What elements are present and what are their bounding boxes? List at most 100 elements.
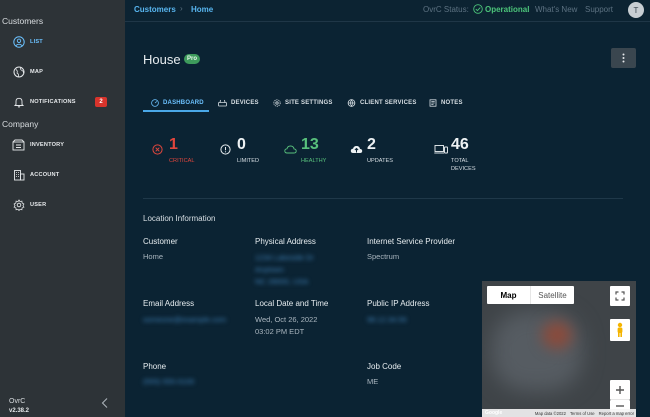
stat-value: 13 — [301, 136, 319, 153]
globe-icon — [12, 66, 25, 79]
phone-value[interactable]: (555) 555-0100 — [143, 376, 194, 388]
tab-devices[interactable]: DEVICES — [218, 94, 259, 112]
tab-label: SITE SETTINGS — [285, 100, 333, 106]
cloud-upload-icon — [350, 142, 363, 160]
tab-label: DASHBOARD — [163, 100, 204, 106]
more-options-button[interactable] — [611, 48, 636, 68]
support-link[interactable]: Support — [585, 5, 613, 14]
cloud-icon — [284, 142, 297, 160]
map-type-map-button[interactable]: Map — [487, 286, 531, 304]
location-map[interactable]: Map Satellite Map data ©2022 Terms of Us… — [482, 281, 636, 417]
breadcrumb-separator-icon: › — [180, 4, 183, 13]
isp-label: Internet Service Provider — [367, 237, 456, 246]
info-icon — [220, 142, 231, 160]
minus-icon — [616, 405, 624, 407]
whats-new-link[interactable]: What's New — [535, 5, 577, 14]
map-type-toggle: Map Satellite — [487, 286, 574, 304]
stat-value: 2 — [367, 136, 376, 153]
divider — [143, 198, 623, 199]
job-code-value: ME — [367, 377, 379, 386]
sidebar-item-label: ACCOUNT — [30, 172, 60, 178]
sidebar-item-notifications[interactable]: NOTIFICATIONS — [12, 93, 76, 111]
inventory-icon — [12, 139, 25, 152]
sidebar-item-label: LIST — [30, 39, 43, 45]
main-panel: House Pro DASHBOARD DEVICES SITE SETTING… — [126, 24, 650, 417]
plus-icon — [616, 385, 624, 394]
services-icon — [347, 99, 356, 107]
stat-value: 0 — [237, 136, 246, 153]
customer-label: Customer — [143, 237, 178, 246]
fullscreen-button[interactable] — [610, 286, 630, 306]
physical-address-label: Physical Address — [255, 237, 316, 246]
sidebar-item-map[interactable]: MAP — [12, 63, 43, 81]
dashboard-icon — [151, 99, 159, 107]
check-circle-icon — [473, 4, 483, 14]
sidebar-item-inventory[interactable]: INVENTORY — [12, 136, 64, 154]
breadcrumb-home[interactable]: Home — [191, 5, 213, 14]
app-version: v2.38.2 — [9, 408, 30, 414]
stat-value: 46 — [451, 136, 469, 153]
notification-count-badge: 2 — [95, 97, 107, 107]
sidebar-item-label: NOTIFICATIONS — [30, 99, 76, 105]
street-view-pegman[interactable] — [610, 319, 630, 341]
sidebar-item-user[interactable]: USER — [12, 196, 46, 214]
email-label: Email Address — [143, 299, 195, 308]
map-terrain — [492, 311, 582, 391]
sidebar-item-account[interactable]: ACCOUNT — [12, 166, 59, 184]
sidebar-item-list[interactable]: LIST — [12, 33, 43, 51]
tab-label: DEVICES — [231, 100, 259, 106]
public-ip-value: 98.12.34.56 — [367, 315, 407, 324]
notes-icon — [429, 99, 437, 107]
status-label: OvrC Status: — [423, 5, 469, 14]
breadcrumb-customers[interactable]: Customers — [134, 5, 176, 14]
customer-value: Home — [143, 252, 164, 261]
email-value[interactable]: someone@example.com — [143, 314, 226, 326]
map-footer: Map data ©2022 Terms of Use Report a map… — [482, 409, 636, 417]
collapse-sidebar-button[interactable] — [100, 396, 110, 408]
sidebar-heading-customers: Customers — [2, 16, 44, 26]
isp-value: Spectrum — [367, 252, 400, 261]
status-indicator[interactable]: Operational — [473, 4, 529, 14]
physical-address-line: 1234 Lakeside Dr — [255, 253, 314, 262]
tab-label: CLIENT SERVICES — [360, 100, 417, 106]
gear-icon — [12, 199, 25, 212]
fullscreen-icon — [615, 291, 625, 301]
user-circle-icon — [12, 36, 25, 49]
local-time-value: 03:02 PM EDT — [255, 327, 305, 336]
local-datetime-label: Local Date and Time — [255, 299, 329, 308]
zoom-in-button[interactable] — [610, 380, 630, 400]
map-terms-link[interactable]: Terms of Use — [570, 411, 595, 416]
stat-label: HEALTHY — [301, 158, 327, 164]
job-code-label: Job Code — [367, 362, 402, 371]
building-icon — [12, 169, 25, 182]
tab-notes[interactable]: NOTES — [429, 94, 463, 112]
map-report-error-link[interactable]: Report a map error — [599, 411, 634, 416]
critical-icon — [152, 142, 163, 160]
pegman-icon — [617, 322, 623, 337]
sidebar-item-label: USER — [30, 202, 47, 208]
avatar[interactable]: T — [628, 2, 644, 18]
page-title: House — [143, 52, 181, 67]
status-value: Operational — [485, 4, 530, 14]
stat-label: CRITICAL — [169, 158, 195, 164]
public-ip-label: Public IP Address — [367, 299, 430, 308]
map-location-marker — [542, 321, 572, 349]
tab-site-settings[interactable]: SITE SETTINGS — [273, 94, 333, 112]
sidebar: Customers LIST MAP NOTIFICATIONS 2 Compa… — [0, 0, 125, 417]
sidebar-item-label: MAP — [30, 69, 44, 75]
kebab-menu-icon — [622, 53, 625, 63]
sidebar-heading-company: Company — [2, 119, 39, 129]
active-tab-indicator — [143, 110, 209, 112]
stat-value: 1 — [169, 136, 178, 153]
map-type-satellite-button[interactable]: Satellite — [531, 286, 574, 304]
chevron-left-icon — [101, 398, 108, 408]
plan-badge: Pro — [184, 54, 201, 64]
stat-label: LIMITED — [237, 158, 260, 164]
physical-address-line: Anytown — [255, 265, 284, 274]
stat-label: TOTAL DEVICES — [451, 158, 476, 172]
top-bar: Customers › Home OvrC Status: Operationa… — [125, 0, 650, 22]
tab-client-services[interactable]: CLIENT SERVICES — [347, 94, 417, 112]
local-date-value: Wed, Oct 26, 2022 — [255, 315, 318, 324]
devices-icon — [434, 142, 448, 160]
bell-icon — [12, 96, 25, 109]
